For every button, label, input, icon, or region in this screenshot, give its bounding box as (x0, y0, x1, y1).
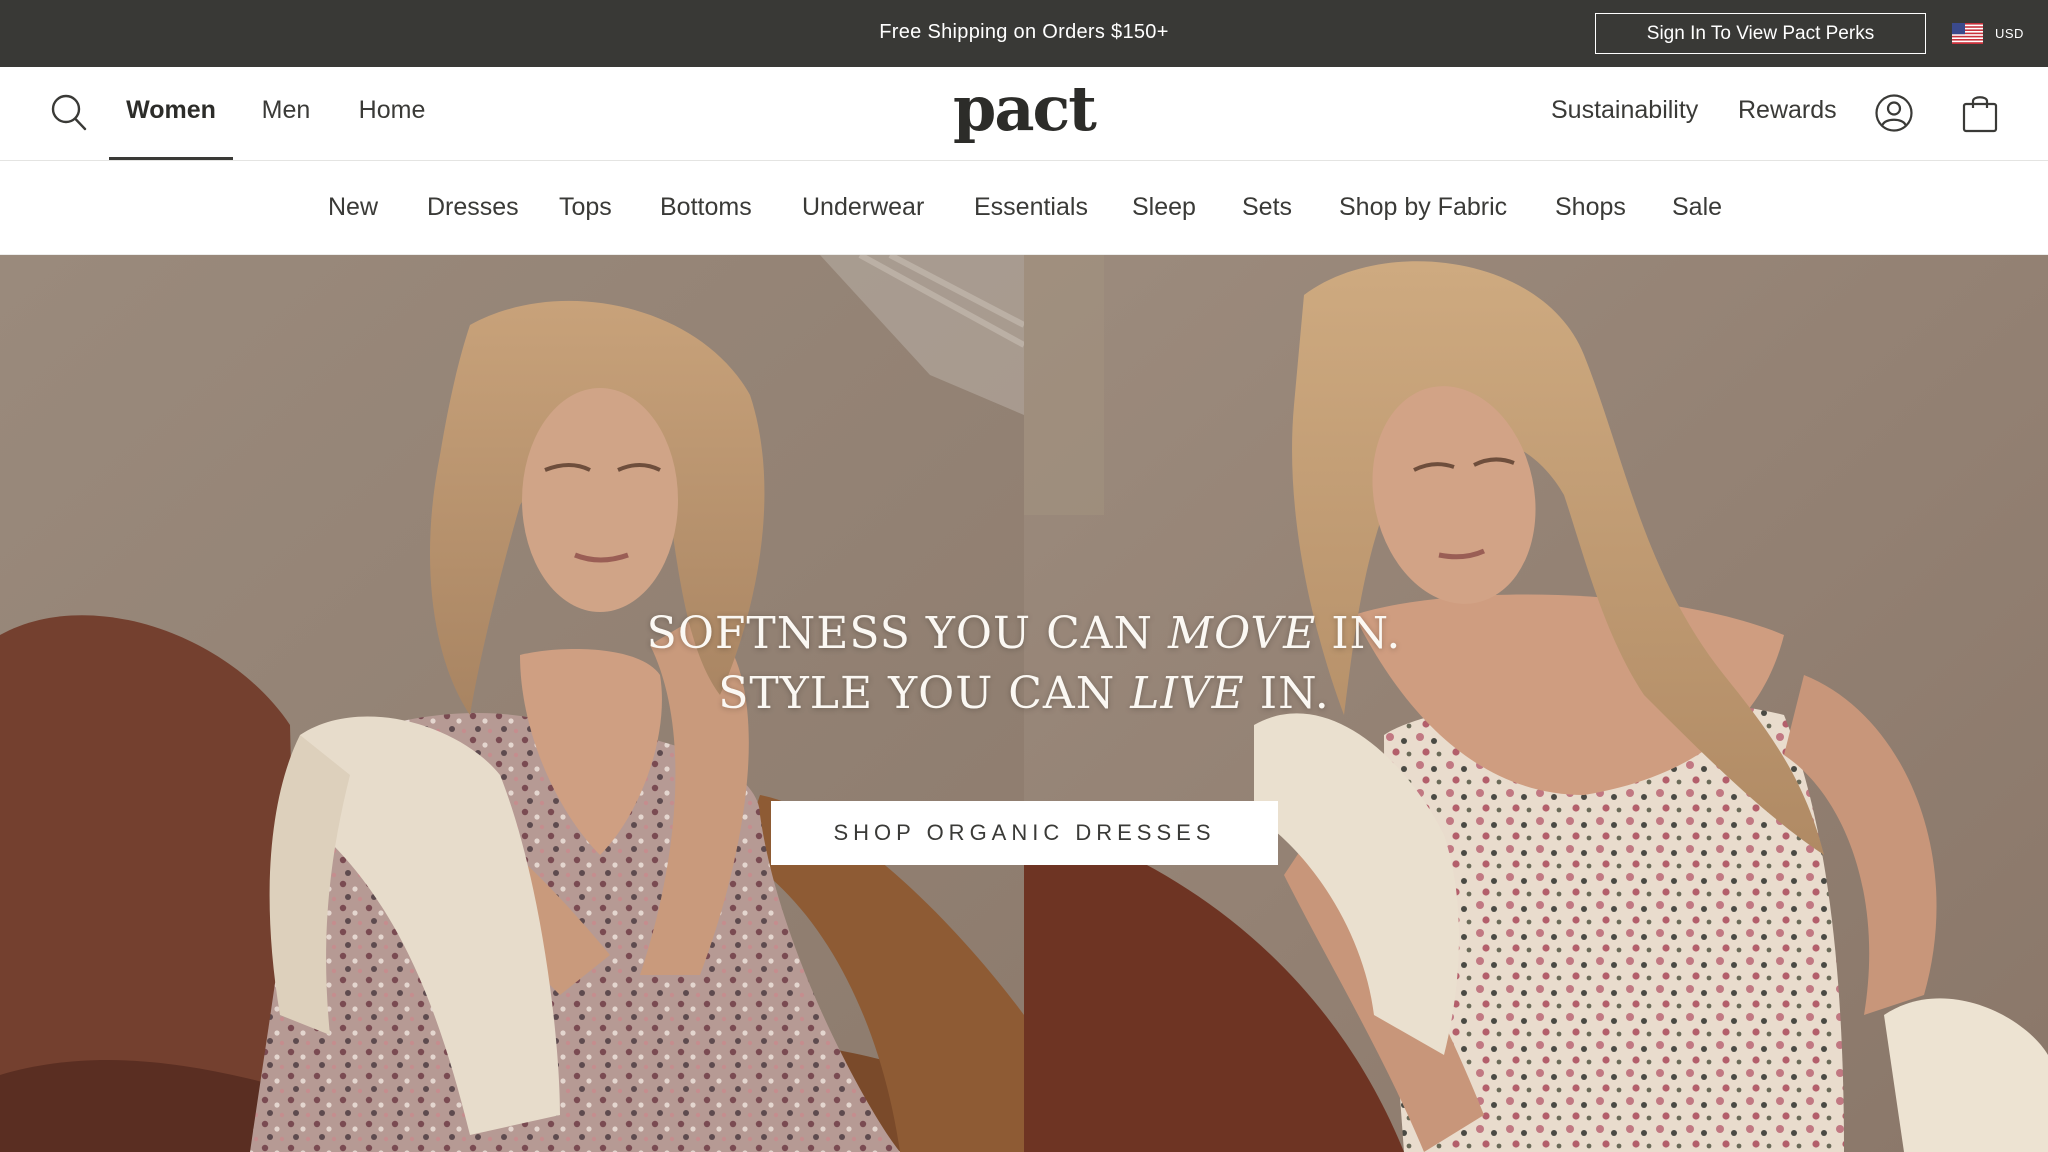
currency-label: USD (1995, 25, 2024, 41)
nav-item-shop-by-fabric[interactable]: Shop by Fabric (1339, 161, 1507, 255)
rewards-link[interactable]: Rewards (1738, 67, 1837, 160)
sustainability-link[interactable]: Sustainability (1551, 67, 1698, 160)
headline-line-2-emphasis: LIVE (1130, 668, 1245, 719)
headline-line-1-text: SOFTNESS YOU CAN (646, 608, 1154, 659)
nav-item-sleep[interactable]: Sleep (1132, 161, 1196, 255)
promo-bar: Free Shipping on Orders $150+ Sign In To… (0, 0, 2048, 67)
hero-banner[interactable]: SOFTNESS YOU CAN MOVE IN. STYLE YOU CAN … (0, 255, 2048, 1152)
nav-item-sets[interactable]: Sets (1242, 161, 1292, 255)
cart-icon[interactable] (1961, 92, 1999, 134)
search-icon[interactable] (50, 93, 88, 133)
headline-line-1-end: IN. (1331, 608, 1402, 659)
nav-item-underwear[interactable]: Underwear (802, 161, 924, 255)
headline-line-2-text: STYLE YOU CAN (718, 668, 1116, 719)
headline-line-1-emphasis: MOVE (1168, 608, 1317, 659)
nav-item-dresses[interactable]: Dresses (427, 161, 519, 255)
headline-line-1: SOFTNESS YOU CAN MOVE IN. (0, 604, 2048, 664)
dept-tab-women[interactable]: Women (109, 67, 233, 160)
account-icon[interactable] (1874, 93, 1914, 133)
hero-headline: SOFTNESS YOU CAN MOVE IN. STYLE YOU CAN … (0, 604, 2048, 724)
headline-line-2-end: IN. (1259, 668, 1330, 719)
sign-in-perks-button[interactable]: Sign In To View Pact Perks (1595, 13, 1926, 54)
currency-selector[interactable]: USD (1952, 20, 2024, 46)
nav-item-tops[interactable]: Tops (559, 161, 612, 255)
nav-item-sale[interactable]: Sale (1672, 161, 1722, 255)
us-flag-icon (1952, 22, 1983, 44)
pact-logo[interactable]: pact (940, 67, 1108, 160)
shop-organic-dresses-button[interactable]: SHOP ORGANIC DRESSES (771, 801, 1278, 865)
nav-item-essentials[interactable]: Essentials (974, 161, 1088, 255)
nav-item-shops[interactable]: Shops (1555, 161, 1626, 255)
headline-line-2: STYLE YOU CAN LIVE IN. (0, 664, 2048, 724)
main-header: Women Men Home pact Sustainability Rewar… (0, 67, 2048, 161)
category-nav: New Dresses Tops Bottoms Underwear Essen… (0, 161, 2048, 255)
nav-item-bottoms[interactable]: Bottoms (660, 161, 752, 255)
active-tab-indicator (109, 157, 233, 160)
dept-tab-men[interactable]: Men (253, 67, 319, 160)
nav-item-new[interactable]: New (328, 161, 378, 255)
dept-tab-home[interactable]: Home (352, 67, 432, 160)
